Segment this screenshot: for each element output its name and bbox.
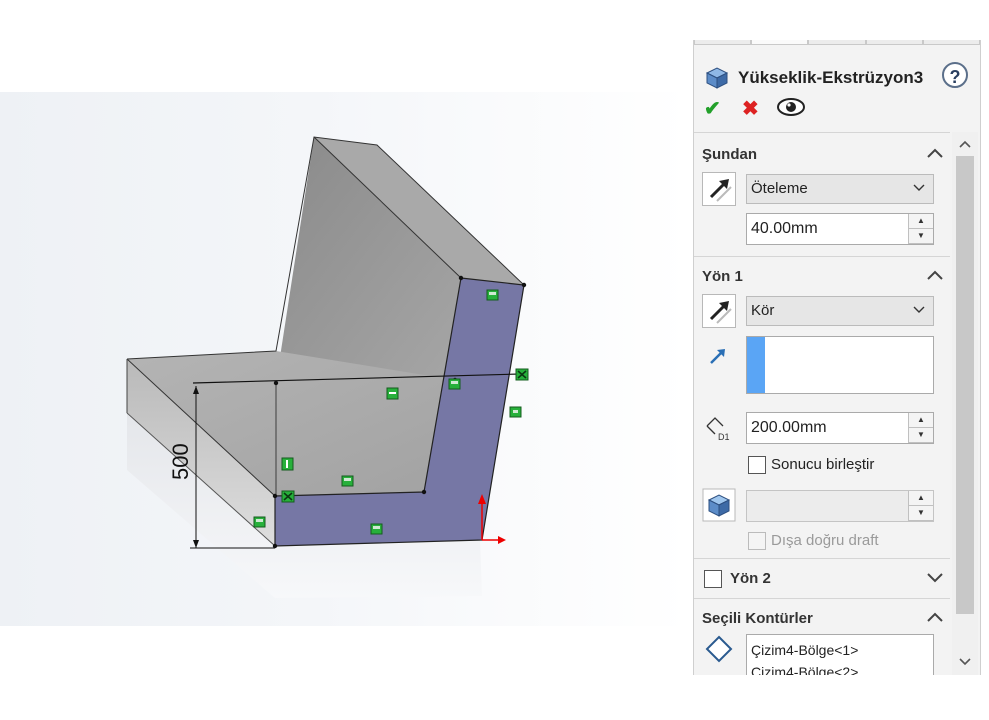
reverse-direction-icon[interactable]: [702, 294, 736, 328]
panel-scrollbar[interactable]: [952, 132, 978, 675]
collapse-up-icon[interactable]: [926, 146, 944, 160]
selected-contours-list[interactable]: Çizim4-Bölge<1> Çizim4-Bölge<2>: [746, 634, 934, 675]
end-condition-value: Kör: [751, 302, 775, 319]
tab-feature-manager[interactable]: [694, 40, 752, 45]
svg-text:D1: D1: [718, 432, 730, 442]
property-groups: Şundan Öteleme 40.00mm ▲ ▼ Yön 1 Kör D1 …: [694, 132, 952, 675]
scroll-up-icon[interactable]: [952, 134, 978, 154]
depth-spinner[interactable]: ▲ ▼: [908, 413, 933, 443]
relation-marker-icon[interactable]: [341, 475, 354, 487]
manager-tabs[interactable]: [694, 40, 980, 46]
group-direction2-title[interactable]: Yön 2: [730, 570, 771, 587]
extrude-feature-icon: [705, 67, 729, 89]
start-condition-select[interactable]: Öteleme: [746, 174, 934, 204]
scroll-thumb[interactable]: [956, 156, 974, 614]
relation-marker-icon[interactable]: [253, 516, 266, 528]
model-view[interactable]: 500: [0, 0, 689, 720]
tab-dimxpert-manager[interactable]: [865, 40, 923, 45]
contour-region-icon: [705, 635, 733, 663]
depth-dimension-icon: D1: [706, 417, 730, 442]
feature-title: Yükseklik-Ekstrüzyon3: [738, 68, 924, 87]
origin-arrow: [498, 536, 506, 544]
dimension-text[interactable]: 500: [168, 443, 193, 480]
preview-eye-icon[interactable]: [776, 96, 806, 118]
relation-marker-icon[interactable]: [486, 289, 499, 301]
draft-angle-input[interactable]: ▲ ▼: [746, 490, 934, 522]
draft-outward-label[interactable]: Dışa doğru draft: [771, 532, 879, 549]
depth-value: 200.00mm: [751, 419, 827, 436]
cancel-button[interactable]: ✖: [742, 96, 759, 121]
sketch-point: [521, 282, 527, 288]
relation-marker-icon[interactable]: [281, 490, 295, 503]
graphics-viewport[interactable]: 500: [0, 0, 689, 720]
scroll-down-icon[interactable]: [952, 652, 978, 672]
sketch-point: [458, 275, 464, 281]
draft-outward-checkbox[interactable]: [748, 532, 766, 550]
group-from: Şundan Öteleme 40.00mm ▲ ▼: [694, 132, 950, 256]
start-condition-icon: [702, 172, 736, 206]
chevron-down-icon: [913, 306, 925, 313]
chevron-down-icon: [913, 184, 925, 191]
relation-marker-icon[interactable]: [370, 523, 383, 535]
list-item[interactable]: Çizim4-Bölge<2>: [751, 661, 933, 675]
direction2-checkbox[interactable]: [704, 570, 722, 588]
collapse-up-icon[interactable]: [926, 610, 944, 624]
group-from-title[interactable]: Şundan: [702, 146, 757, 163]
group-direction1-title[interactable]: Yön 1: [702, 268, 743, 285]
expand-down-icon[interactable]: [926, 570, 944, 584]
offset-spinner[interactable]: ▲ ▼: [908, 214, 933, 244]
collapse-up-icon[interactable]: [926, 268, 944, 282]
draft-icon[interactable]: [702, 488, 736, 522]
property-manager-panel: Yükseklik-Ekstrüzyon3 ? ✔ ✖ Şundan Ötele…: [693, 40, 981, 675]
sketch-point: [273, 380, 279, 386]
group-direction2: Yön 2: [694, 558, 950, 598]
relation-marker-icon[interactable]: [448, 378, 461, 390]
ok-button[interactable]: ✔: [704, 96, 721, 121]
relation-marker-icon[interactable]: [386, 387, 399, 400]
offset-input[interactable]: 40.00mm ▲ ▼: [746, 213, 934, 245]
merge-result-checkbox[interactable]: [748, 456, 766, 474]
help-button[interactable]: ?: [942, 62, 968, 88]
relation-marker-icon[interactable]: [515, 368, 529, 381]
relation-marker-icon[interactable]: [281, 457, 294, 471]
tab-configuration-manager[interactable]: [808, 40, 866, 45]
group-direction1: Yön 1 Kör D1 200.00mm ▲ ▼ Sonucu birleşt…: [694, 256, 950, 558]
tab-display-manager[interactable]: [922, 40, 980, 45]
list-item[interactable]: Çizim4-Bölge<1>: [751, 639, 933, 661]
end-condition-select[interactable]: Kör: [746, 296, 934, 326]
group-selected-contours-title[interactable]: Seçili Kontürler: [702, 610, 813, 627]
depth-input[interactable]: 200.00mm ▲ ▼: [746, 412, 934, 444]
draft-angle-spinner[interactable]: ▲ ▼: [908, 491, 933, 521]
direction-selection-box[interactable]: [746, 336, 934, 394]
sketch-point: [421, 489, 427, 495]
sketch-point: [272, 543, 278, 549]
dimension-arrow: [193, 540, 199, 548]
merge-result-label[interactable]: Sonucu birleştir: [771, 456, 874, 473]
relation-marker-icon[interactable]: [509, 406, 522, 418]
direction-vector-icon: [710, 349, 725, 364]
group-selected-contours: Seçili Kontürler Çizim4-Bölge<1> Çizim4-…: [694, 598, 950, 675]
offset-value: 40.00mm: [751, 220, 818, 237]
tab-property-manager[interactable]: [751, 40, 809, 45]
sketch-point: [272, 493, 278, 499]
start-condition-value: Öteleme: [751, 180, 808, 197]
